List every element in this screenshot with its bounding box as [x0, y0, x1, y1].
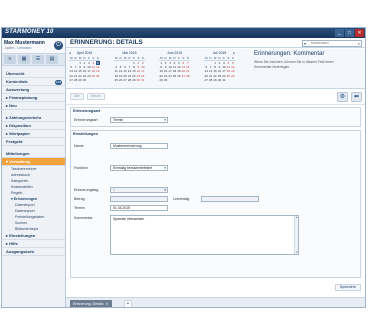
all-button[interactable]: Alle: [70, 93, 84, 100]
field-label: Betrag: [74, 197, 85, 201]
main-header: ERINNERUNG: DETAILS ▾ ⌕: [66, 38, 365, 48]
comment-textarea[interactable]: Sparrate überweisen: [110, 215, 299, 255]
sidebar-item-disposition[interactable]: ▸ Disposition: [2, 122, 65, 130]
calendar-month-title: Mai 2015: [122, 51, 137, 55]
maximize-button[interactable]: □: [345, 29, 354, 37]
sidebar-item-kontenliste[interactable]: Kontenliste 100: [2, 78, 65, 86]
details-form: Erinnerungsart Erinnerungsart Termin ▾ Ei…: [70, 107, 361, 279]
sidebar: Max Mustermann Jupiter - Lehmann ⏻ ≡ ▦ ☰…: [2, 38, 66, 307]
info-text: Wenn Sie möchten, können Sie in diesem F…: [254, 60, 334, 69]
amount-input[interactable]: [110, 196, 168, 202]
info-panel: Erinnerungen: Kommentar Wenn Sie möchten…: [254, 51, 362, 87]
sidebar-item-festgeld[interactable]: Festgeld: [2, 138, 65, 146]
month-calendar[interactable]: Juni 2015 M D M D F S S 1 2 3 4 5 6 7 8 9 10 11 12 13 14 15 16 1…: [159, 51, 190, 82]
field-label: Erinnerungsart: [74, 118, 98, 122]
name-input[interactable]: Musterereinnerung: [110, 143, 168, 149]
chevron-down-icon: ▾: [164, 118, 166, 122]
chevron-down-icon[interactable]: ▾: [304, 41, 306, 46]
nav-list: Übersicht Kontenliste 100 Auswertung ▸ Fi…: [2, 70, 65, 110]
new-button[interactable]: Neues: [87, 93, 105, 100]
sidebar-item-hilfe[interactable]: ▸ Hilfe: [2, 240, 65, 248]
list-icon[interactable]: ☰: [32, 55, 44, 64]
field-label: Kommentar: [74, 216, 93, 220]
info-title: Erinnerungen: Kommentar: [254, 51, 325, 57]
submenu-verwaltung: Taschenrechner Adressbuch Kategorien Kos…: [2, 166, 65, 232]
tab-bar: Erinnerung: Details ✕ +: [66, 297, 365, 307]
grid-icon[interactable]: ▦: [18, 55, 30, 64]
window-controls: _ □ ✕: [335, 29, 364, 37]
table-icon[interactable]: ▤: [46, 55, 58, 64]
field-label: Name: [74, 144, 84, 148]
field-label: Termin: [74, 206, 85, 210]
scrollbar[interactable]: [294, 216, 298, 254]
last-date-input[interactable]: [201, 196, 259, 202]
chevron-down-icon: ▾: [164, 166, 166, 170]
footer: Speichern Erinnerung: Details ✕ +: [66, 283, 365, 307]
calendar-day: [96, 78, 100, 82]
save-button[interactable]: Speichern: [334, 284, 361, 291]
sidebar-item-einstellungen[interactable]: ▸ Einstellungen: [2, 232, 65, 240]
main-content: ERINNERUNG: DETAILS ▾ ⌕ April 2015◂MDMDF…: [66, 38, 365, 307]
chevron-right-icon[interactable]: ▸: [233, 51, 235, 55]
close-icon[interactable]: ✕: [106, 302, 109, 306]
weekday-label: S: [96, 56, 99, 60]
field-label: Funktion: [74, 166, 88, 170]
field-label: Erinnerungstag: [74, 188, 99, 192]
title-bar: STARMONEY 10 _ □ ✕: [2, 28, 365, 38]
user-box: Max Mustermann Jupiter - Lehmann ⏻: [2, 38, 65, 54]
calendar-month-title: Juli 2015 ▸: [212, 51, 235, 55]
close-button[interactable]: ✕: [355, 29, 364, 37]
field-label: Letztmalig: [173, 197, 190, 201]
app-logo: STARMONEY 10: [5, 29, 54, 35]
search-input[interactable]: [311, 40, 355, 46]
calendar-day[interactable]: 31: [141, 78, 145, 82]
weekday-label: S: [231, 56, 234, 60]
date-input[interactable]: 01.04.2015: [110, 205, 168, 211]
sidebar-item-uebersicht[interactable]: Übersicht: [2, 70, 65, 78]
add-tab-button[interactable]: +: [124, 300, 132, 307]
sidebar-item-neu[interactable]: ▸ Neu: [2, 102, 65, 110]
sidebar-item-zahlungsverkehr[interactable]: ▸ Zahlungsverkehr: [2, 114, 65, 122]
type-select[interactable]: Termin ▾: [110, 117, 168, 123]
sidebar-item-mitteilungen[interactable]: Mitteilungen: [2, 150, 65, 158]
calendar-day: [186, 78, 190, 82]
section-type: Erinnerungsart Erinnerungsart Termin ▾: [70, 107, 361, 127]
sidebar-item-ausgangskorb[interactable]: Ausgangskorb: [2, 248, 65, 256]
page-title: ERINNERUNG: DETAILS: [70, 39, 143, 46]
gear-icon[interactable]: ⚙: [337, 92, 348, 102]
power-icon[interactable]: ⏻: [54, 41, 63, 50]
sidebar-item-verwaltung[interactable]: ▾ Verwaltung: [2, 158, 65, 166]
function-select[interactable]: Einmalig benutzerdefiniert ▾: [110, 165, 168, 171]
search-icon[interactable]: ⌕: [358, 41, 360, 46]
sidebar-icon-row: ≡ ▦ ☰ ▤: [2, 54, 65, 66]
chevron-down-icon: ▾: [164, 188, 166, 192]
sidebar-item-wertpapier[interactable]: ▸ Wertpapier: [2, 130, 65, 138]
calendar-day: [231, 78, 235, 82]
calendar-month-title: Juni 2015: [167, 51, 182, 55]
toolbar: Alle Neues ⚙ ⬅: [66, 89, 365, 105]
month-calendar[interactable]: April 2015 ◂ M D M D F S S 1 2 3 4 5 6 7 8 9 10 11 12 13 14 15 1…: [69, 51, 100, 82]
section-title: Einstellungen: [73, 132, 98, 136]
sidebar-item-auswertung[interactable]: Auswertung: [2, 86, 65, 94]
arrow-left-icon[interactable]: ⬅: [351, 92, 362, 102]
sidebar-item-finanzplanung[interactable]: ▸ Finanzplanung: [2, 94, 65, 102]
count-badge: 100: [54, 79, 62, 85]
search-box[interactable]: ▾ ⌕: [302, 39, 362, 47]
calendar-month-title: April 2015 ◂: [69, 51, 93, 55]
chevron-left-icon[interactable]: ◂: [69, 51, 71, 55]
tab-erinnerung-details[interactable]: Erinnerung: Details ✕: [70, 300, 112, 307]
weekday-label: S: [141, 56, 144, 60]
menu-icon[interactable]: ≡: [4, 55, 16, 64]
minimize-button[interactable]: _: [335, 29, 344, 37]
app-window: STARMONEY 10 _ □ ✕ Max Mustermann Jupite…: [1, 27, 366, 308]
month-calendar[interactable]: Mai 2015 M D M D F S S 1 2 3 4 5 6 7 8 9 10 11 12 13 14 15 16 17…: [114, 51, 145, 82]
month-calendar[interactable]: Juli 2015 ▸ M D M D F S S 1 2 3 4 5 6 7 8 9 10 11 12 13 14 15 16…: [204, 51, 235, 82]
calendar-strip: April 2015 ◂ M D M D F S S 1 2 3 4 5 6 7 8 9 10 11 12 13 14 15 1…: [66, 49, 365, 89]
weekday-label: S: [186, 56, 189, 60]
section-settings: Einstellungen Name Musterereinnerung Fun…: [70, 130, 361, 278]
interval-select[interactable]: 1 ▾: [110, 187, 168, 193]
section-title: Erinnerungsart: [73, 109, 101, 113]
